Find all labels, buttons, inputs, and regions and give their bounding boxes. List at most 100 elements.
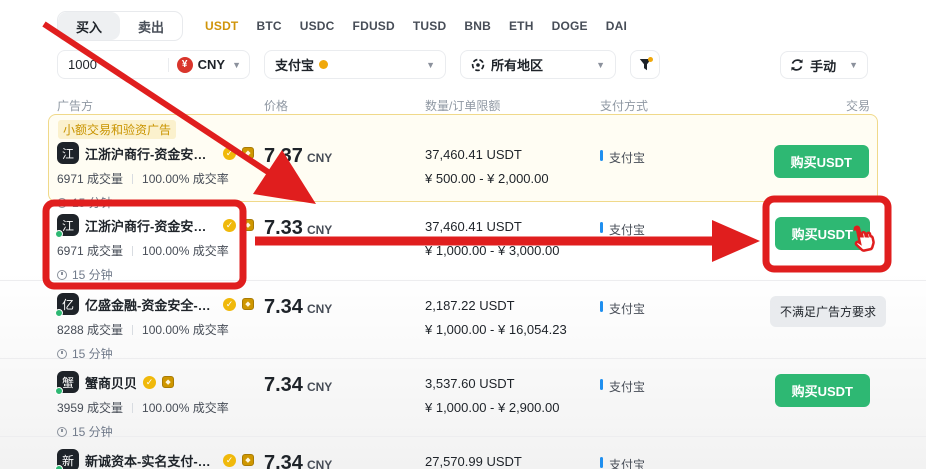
avatar[interactable]: 新 bbox=[57, 449, 79, 469]
advertiser-name[interactable]: 新诚资本-实名支付-冻结包赔 bbox=[85, 451, 217, 469]
chevron-down-icon: ▼ bbox=[232, 60, 241, 70]
advertiser-cell: 亿 亿盛金融-资金安全-秒放行 ✓ ◆ 8288 成交量 100.00% 成交率… bbox=[57, 293, 264, 362]
price-value: 7.33 bbox=[264, 217, 303, 239]
col-trade: 交易 bbox=[846, 97, 870, 114]
coin-tab-eth[interactable]: ETH bbox=[509, 19, 534, 33]
time-line: 15 分钟 bbox=[57, 423, 264, 440]
tab-sell[interactable]: 卖出 bbox=[120, 12, 182, 40]
avatar[interactable]: 亿 bbox=[57, 293, 79, 315]
advertiser-name[interactable]: 蟹商贝贝 bbox=[85, 373, 137, 392]
payment-cell: 支付宝 bbox=[600, 293, 770, 362]
payment-window: 15 分钟 bbox=[72, 423, 113, 440]
online-status-dot bbox=[55, 230, 63, 238]
avatar[interactable]: 江 bbox=[57, 142, 79, 164]
action-button[interactable]: 购买USDT bbox=[775, 374, 870, 407]
avatar[interactable]: 蟹 bbox=[57, 371, 79, 393]
online-status-dot bbox=[55, 387, 63, 395]
order-limit: ¥ 1,000.00 - ¥ 2,900.00 bbox=[425, 400, 600, 415]
amount-cell: 27,570.99 USDT bbox=[425, 449, 600, 469]
amount-fiat-selector: ¥ CNY ▼ bbox=[57, 50, 250, 79]
action-button[interactable]: 不满足广告方要求 bbox=[770, 296, 886, 327]
verified-check-icon: ✓ bbox=[223, 298, 236, 311]
amount-cell: 2,187.22 USDT ¥ 1,000.00 - ¥ 16,054.23 bbox=[425, 293, 600, 362]
advertiser-cell: 新 新诚资本-实名支付-冻结包赔 ✓ ◆ bbox=[57, 449, 264, 469]
action-button[interactable]: 购买USDT bbox=[774, 145, 869, 178]
price-currency: CNY bbox=[307, 458, 332, 469]
table-header: 广告方 价格 数量/订单限额 支付方式 交易 bbox=[57, 97, 870, 114]
order-limit: ¥ 1,000.00 - ¥ 3,000.00 bbox=[425, 243, 600, 258]
online-status-dot bbox=[55, 465, 63, 469]
offer-list: 江 江浙沪商行-资金安全-实名... ✓ ◆ 6971 成交量 100.00% … bbox=[0, 202, 926, 469]
stats-line: 6971 成交量 100.00% 成交率 bbox=[57, 242, 264, 259]
price-cell: 7.34CNY bbox=[264, 293, 425, 362]
payment-method: 支付宝 bbox=[609, 456, 645, 469]
order-limit: ¥ 500.00 - ¥ 2,000.00 bbox=[425, 171, 600, 186]
p2p-trading-page: 买入 卖出 USDTBTCUSDCFDUSDTUSDBNBETHDOGEDAI … bbox=[0, 0, 926, 469]
payment-method: 支付宝 bbox=[609, 221, 645, 238]
payment-label: 支付宝 bbox=[275, 55, 314, 74]
filter-row: ¥ CNY ▼ 支付宝 ▼ 所有地区 ▼ bbox=[57, 50, 660, 79]
avatar[interactable]: 江 bbox=[57, 214, 79, 236]
price-value: 7.34 bbox=[264, 452, 303, 469]
refresh-mode-dropdown[interactable]: 手动 ▼ bbox=[780, 51, 868, 79]
orders-stat: 6971 成交量 bbox=[57, 170, 123, 187]
refresh-mode-label: 手动 bbox=[810, 56, 836, 75]
divider bbox=[132, 403, 133, 413]
order-limit: ¥ 1,000.00 - ¥ 16,054.23 bbox=[425, 322, 600, 337]
payment-method: 支付宝 bbox=[609, 149, 645, 166]
col-payment: 支付方式 bbox=[600, 97, 770, 114]
coin-tab-doge[interactable]: DOGE bbox=[552, 19, 588, 33]
offer-row: 江 江浙沪商行-资金安全-实名... ✓ ◆ 6971 成交量 100.00% … bbox=[0, 202, 926, 280]
coin-tab-fdusd[interactable]: FDUSD bbox=[353, 19, 395, 33]
price-cell: 7.34 CNY bbox=[264, 449, 425, 469]
divider bbox=[168, 58, 169, 72]
coin-tab-bnb[interactable]: BNB bbox=[464, 19, 491, 33]
merchant-medal-icon: ◆ bbox=[242, 298, 254, 310]
coin-tab-usdt[interactable]: USDT bbox=[205, 19, 238, 33]
coin-tab-usdc[interactable]: USDC bbox=[300, 19, 335, 33]
payment-method: 支付宝 bbox=[609, 300, 645, 317]
advanced-filter-button[interactable] bbox=[630, 50, 660, 79]
promo-ads-box: 小额交易和验资广告 江 江浙沪商行-资金安全-实名... ✓ ◆ 6971 成交… bbox=[48, 114, 878, 202]
advertiser-name[interactable]: 亿盛金融-资金安全-秒放行 bbox=[85, 295, 217, 314]
completion-stat: 100.00% 成交率 bbox=[142, 399, 229, 416]
alipay-color-bar bbox=[600, 222, 603, 233]
cny-currency-icon: ¥ bbox=[177, 57, 193, 73]
coin-tab-list: USDT BTC USDC FDUSD TUSD BNB ETH DOGE DAI bbox=[205, 19, 627, 33]
offer-row: 新 新诚资本-实名支付-冻结包赔 ✓ ◆ 7.3 bbox=[0, 436, 926, 469]
verified-check-icon: ✓ bbox=[223, 147, 236, 160]
advertiser-name[interactable]: 江浙沪商行-资金安全-实名... bbox=[85, 144, 217, 163]
time-line: 15 分钟 bbox=[57, 266, 264, 283]
alipay-color-bar bbox=[600, 457, 603, 468]
divider bbox=[132, 174, 133, 184]
available-amount: 3,537.60 USDT bbox=[425, 376, 600, 391]
payment-dropdown[interactable]: 支付宝 ▼ bbox=[264, 50, 446, 79]
tab-buy[interactable]: 买入 bbox=[58, 12, 120, 40]
clock-icon bbox=[57, 270, 67, 280]
orders-stat: 3959 成交量 bbox=[57, 399, 123, 416]
coin-tab-tusd[interactable]: TUSD bbox=[413, 19, 446, 33]
action-button[interactable]: 购买USDT bbox=[775, 217, 870, 250]
fiat-label[interactable]: CNY bbox=[198, 57, 225, 72]
price-currency: CNY bbox=[307, 380, 332, 394]
coin-tab-btc[interactable]: BTC bbox=[256, 19, 281, 33]
payment-cell: 支付宝 bbox=[600, 371, 770, 440]
price-currency: CNY bbox=[307, 151, 332, 165]
region-dropdown[interactable]: 所有地区 ▼ bbox=[460, 50, 616, 79]
offer-row: 亿 亿盛金融-资金安全-秒放行 ✓ ◆ 8288 成交量 100.00% 成交率… bbox=[0, 280, 926, 358]
promo-ads-label: 小额交易和验资广告 bbox=[58, 120, 176, 139]
chevron-down-icon: ▼ bbox=[849, 60, 858, 70]
amount-cell: 3,537.60 USDT ¥ 1,000.00 - ¥ 2,900.00 bbox=[425, 371, 600, 440]
coin-tab-dai[interactable]: DAI bbox=[606, 19, 627, 33]
top-bar: 买入 卖出 USDT BTC USDC FDUSD TUSD BNB ETH DOGE DAI bbox=[57, 11, 627, 41]
trade-cell: 不满足广告方要求 bbox=[770, 293, 886, 362]
available-amount: 37,460.41 USDT bbox=[425, 147, 600, 162]
advertiser-name[interactable]: 江浙沪商行-资金安全-实名... bbox=[85, 216, 217, 235]
completion-stat: 100.00% 成交率 bbox=[142, 321, 229, 338]
amount-input[interactable] bbox=[68, 57, 154, 72]
trade-cell: 购买USDT bbox=[775, 371, 870, 440]
price-currency: CNY bbox=[307, 223, 332, 237]
merchant-medal-icon: ◆ bbox=[162, 376, 174, 388]
col-price: 价格 bbox=[264, 97, 425, 114]
alipay-color-bar bbox=[600, 379, 603, 390]
